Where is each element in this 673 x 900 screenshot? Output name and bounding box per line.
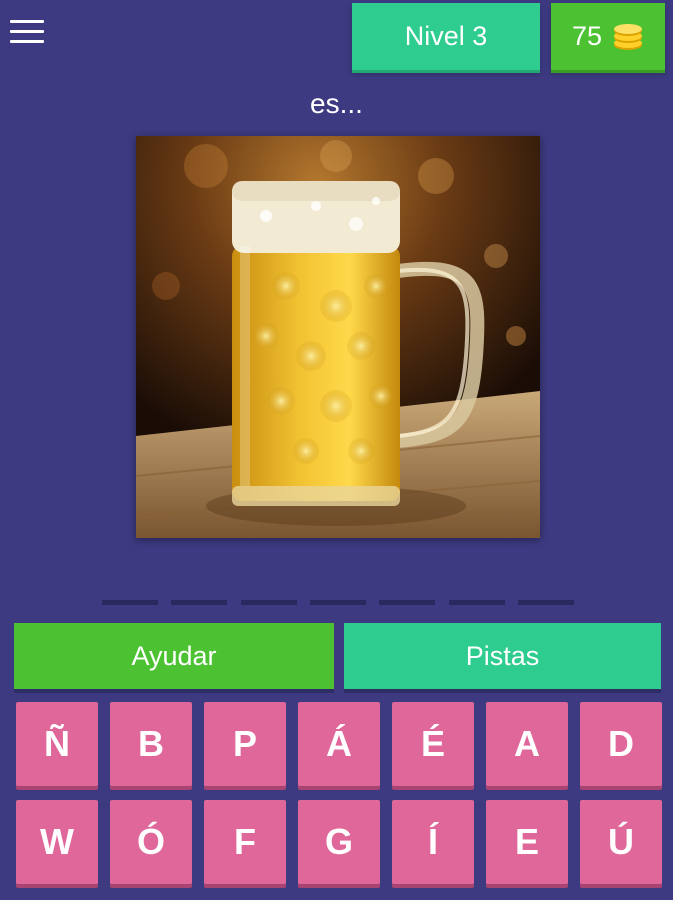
answer-slot bbox=[518, 600, 574, 605]
answer-slot bbox=[449, 600, 505, 605]
answer-slot bbox=[171, 600, 227, 605]
coin-stack-icon bbox=[614, 23, 643, 50]
key-d[interactable]: D bbox=[580, 702, 662, 786]
answer-slots bbox=[102, 600, 577, 608]
key-e[interactable]: E bbox=[486, 800, 568, 884]
key-a[interactable]: A bbox=[486, 702, 568, 786]
answer-slot bbox=[102, 600, 158, 605]
key-i-acute[interactable]: Í bbox=[392, 800, 474, 884]
key-p[interactable]: P bbox=[204, 702, 286, 786]
key-e-acute[interactable]: É bbox=[392, 702, 474, 786]
help-button[interactable]: Ayudar bbox=[14, 623, 334, 689]
answer-slot bbox=[379, 600, 435, 605]
key-o-acute[interactable]: Ó bbox=[110, 800, 192, 884]
level-label: Nivel 3 bbox=[404, 21, 488, 51]
coins-count: 75 bbox=[571, 21, 603, 51]
key-u-acute[interactable]: Ú bbox=[580, 800, 662, 884]
answer-slot bbox=[310, 600, 366, 605]
key-n-tilde[interactable]: Ñ bbox=[16, 702, 98, 786]
key-w[interactable]: W bbox=[16, 800, 98, 884]
key-f[interactable]: F bbox=[204, 800, 286, 884]
key-b[interactable]: B bbox=[110, 702, 192, 786]
beer-mug-image bbox=[136, 136, 540, 538]
coins-badge[interactable]: 75 bbox=[551, 3, 665, 70]
hints-button[interactable]: Pistas bbox=[344, 623, 661, 689]
key-a-acute[interactable]: Á bbox=[298, 702, 380, 786]
key-g[interactable]: G bbox=[298, 800, 380, 884]
question-prompt: es... bbox=[310, 88, 363, 119]
answer-slot bbox=[241, 600, 297, 605]
level-badge: Nivel 3 bbox=[352, 3, 540, 70]
hamburger-menu-icon[interactable] bbox=[10, 20, 46, 52]
